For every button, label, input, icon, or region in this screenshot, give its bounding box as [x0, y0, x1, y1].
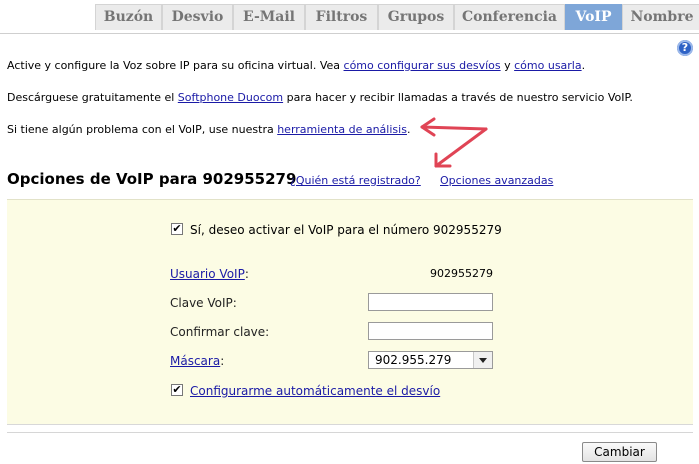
intro-paragraph-1: Active y configure la Voz sobre IP para …: [7, 59, 585, 72]
colon: :: [244, 267, 249, 281]
colon: :: [220, 354, 225, 368]
annotation-arrow-icon: [420, 117, 488, 168]
intro-text: para hacer y recibir llamadas a través d…: [283, 91, 633, 104]
section-title: Opciones de VoIP para 902955279: [7, 170, 297, 188]
link-user-voip[interactable]: Usuario VoIP: [170, 267, 245, 281]
tab-buzon[interactable]: Buzón: [95, 4, 162, 30]
tab-email[interactable]: E-Mail: [233, 4, 305, 30]
help-icon[interactable]: ?: [677, 40, 693, 56]
activate-voip-label: Sí, deseo activar el VoIP para el número…: [190, 223, 502, 237]
tab-voip[interactable]: VoIP: [565, 4, 622, 30]
link-softphone[interactable]: Softphone Duocom: [178, 91, 283, 104]
intro-paragraph-3: Si tiene algún problema con el VoIP, use…: [7, 123, 410, 136]
intro-text: Descárguese gratuitamente el: [7, 91, 178, 104]
intro-text: .: [581, 59, 586, 72]
password-input[interactable]: [368, 293, 493, 311]
mask-select-value: 902.955.279: [375, 353, 452, 367]
activate-voip-checkbox[interactable]: ✔: [171, 223, 183, 235]
mask-label: Máscara:: [170, 354, 224, 368]
mask-select[interactable]: 902.955.279: [368, 351, 493, 369]
tab-filtros[interactable]: Filtros: [305, 4, 378, 30]
link-autoconfig-forwarding[interactable]: Configurarme automáticamente el desvío: [190, 384, 440, 398]
intro-text: Active y configure la Voz sobre IP para …: [7, 59, 344, 72]
tab-grupos[interactable]: Grupos: [378, 4, 454, 30]
link-analysis-tool[interactable]: herramienta de análisis: [277, 123, 407, 136]
tab-nombre[interactable]: Nombre: [622, 4, 699, 30]
link-advanced-options[interactable]: Opciones avanzadas: [440, 174, 553, 187]
user-voip-label: Usuario VoIP:: [170, 267, 249, 281]
link-configure-forwarding[interactable]: cómo configurar sus desvíos: [344, 59, 501, 72]
link-mask[interactable]: Máscara: [170, 354, 220, 368]
chevron-down-icon[interactable]: [473, 352, 492, 368]
submit-button[interactable]: Cambiar: [582, 442, 657, 462]
intro-text: Si tiene algún problema con el VoIP, use…: [7, 123, 278, 136]
link-how-to-use[interactable]: cómo usarla: [514, 59, 581, 72]
autoconfig-checkbox[interactable]: ✔: [171, 384, 183, 396]
tab-desvio[interactable]: Desvio: [162, 4, 233, 30]
confirm-password-input[interactable]: [368, 322, 493, 340]
divider: [7, 432, 693, 433]
user-voip-value: 902955279: [430, 267, 493, 280]
tab-conferencia[interactable]: Conferencia: [454, 4, 565, 30]
confirm-password-label: Confirmar clave:: [170, 325, 270, 339]
intro-text: y: [500, 59, 515, 72]
link-who-registered[interactable]: ¿Quién está registrado?: [290, 174, 421, 187]
intro-paragraph-2: Descárguese gratuitamente el Softphone D…: [7, 91, 633, 104]
tab-bar: Buzón Desvio E-Mail Filtros Grupos Confe…: [0, 0, 699, 34]
password-label: Clave VoIP:: [170, 296, 237, 310]
